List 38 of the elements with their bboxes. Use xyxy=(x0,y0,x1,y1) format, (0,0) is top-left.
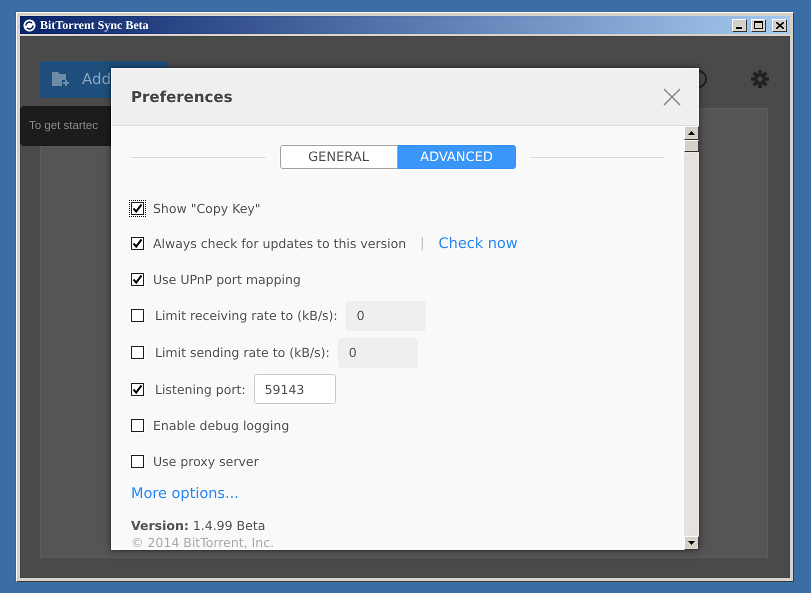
option-label: Limit receiving rate to (kB/s): xyxy=(155,308,338,324)
checkbox[interactable] xyxy=(129,270,146,288)
option-label: Always check for updates to this version xyxy=(153,236,406,252)
checkbox[interactable] xyxy=(129,380,146,398)
checkbox[interactable] xyxy=(129,453,146,470)
sync-logo-icon xyxy=(23,18,36,32)
scrollbar[interactable] xyxy=(684,126,699,550)
checkbox[interactable] xyxy=(129,417,146,434)
checkbox[interactable] xyxy=(129,344,146,361)
checkbox[interactable] xyxy=(129,200,146,216)
scroll-up-icon xyxy=(688,131,695,135)
close-button[interactable] xyxy=(772,18,787,32)
option-label: Enable debug logging xyxy=(153,418,290,434)
copyright-text: © 2014 BitTorrent, Inc. xyxy=(131,534,276,550)
input-field[interactable]: 59143 xyxy=(254,374,336,404)
window-title: BitTorrent Sync Beta xyxy=(40,18,150,32)
scrollbar-thumb[interactable] xyxy=(684,140,699,152)
version-text: Version: 1.4.99 Beta xyxy=(131,518,266,533)
more-options-link[interactable]: More options... xyxy=(131,486,239,502)
close-icon xyxy=(776,22,784,28)
option-label: Listening port: xyxy=(155,382,246,397)
option-label: Limit sending rate to (kB/s): xyxy=(155,345,330,360)
separator: | xyxy=(420,236,425,252)
checkbox[interactable] xyxy=(129,235,146,252)
maximize-button[interactable] xyxy=(751,18,766,32)
input-field[interactable]: 0 xyxy=(338,338,418,368)
folder-plus-icon xyxy=(52,71,70,87)
option-label: Show "Copy Key" xyxy=(153,200,261,216)
maximize-icon xyxy=(754,21,763,29)
option-label: Use UPnP port mapping xyxy=(153,272,301,287)
scroll-down-icon xyxy=(688,541,695,545)
minimize-button[interactable] xyxy=(732,18,747,32)
input-field[interactable]: 0 xyxy=(346,300,426,331)
option-label: Use proxy server xyxy=(153,454,259,470)
check-now-link[interactable]: Check now xyxy=(438,236,518,252)
close-icon[interactable] xyxy=(663,88,681,106)
checkbox[interactable] xyxy=(129,307,146,324)
tab[interactable]: GENERAL xyxy=(280,145,398,169)
